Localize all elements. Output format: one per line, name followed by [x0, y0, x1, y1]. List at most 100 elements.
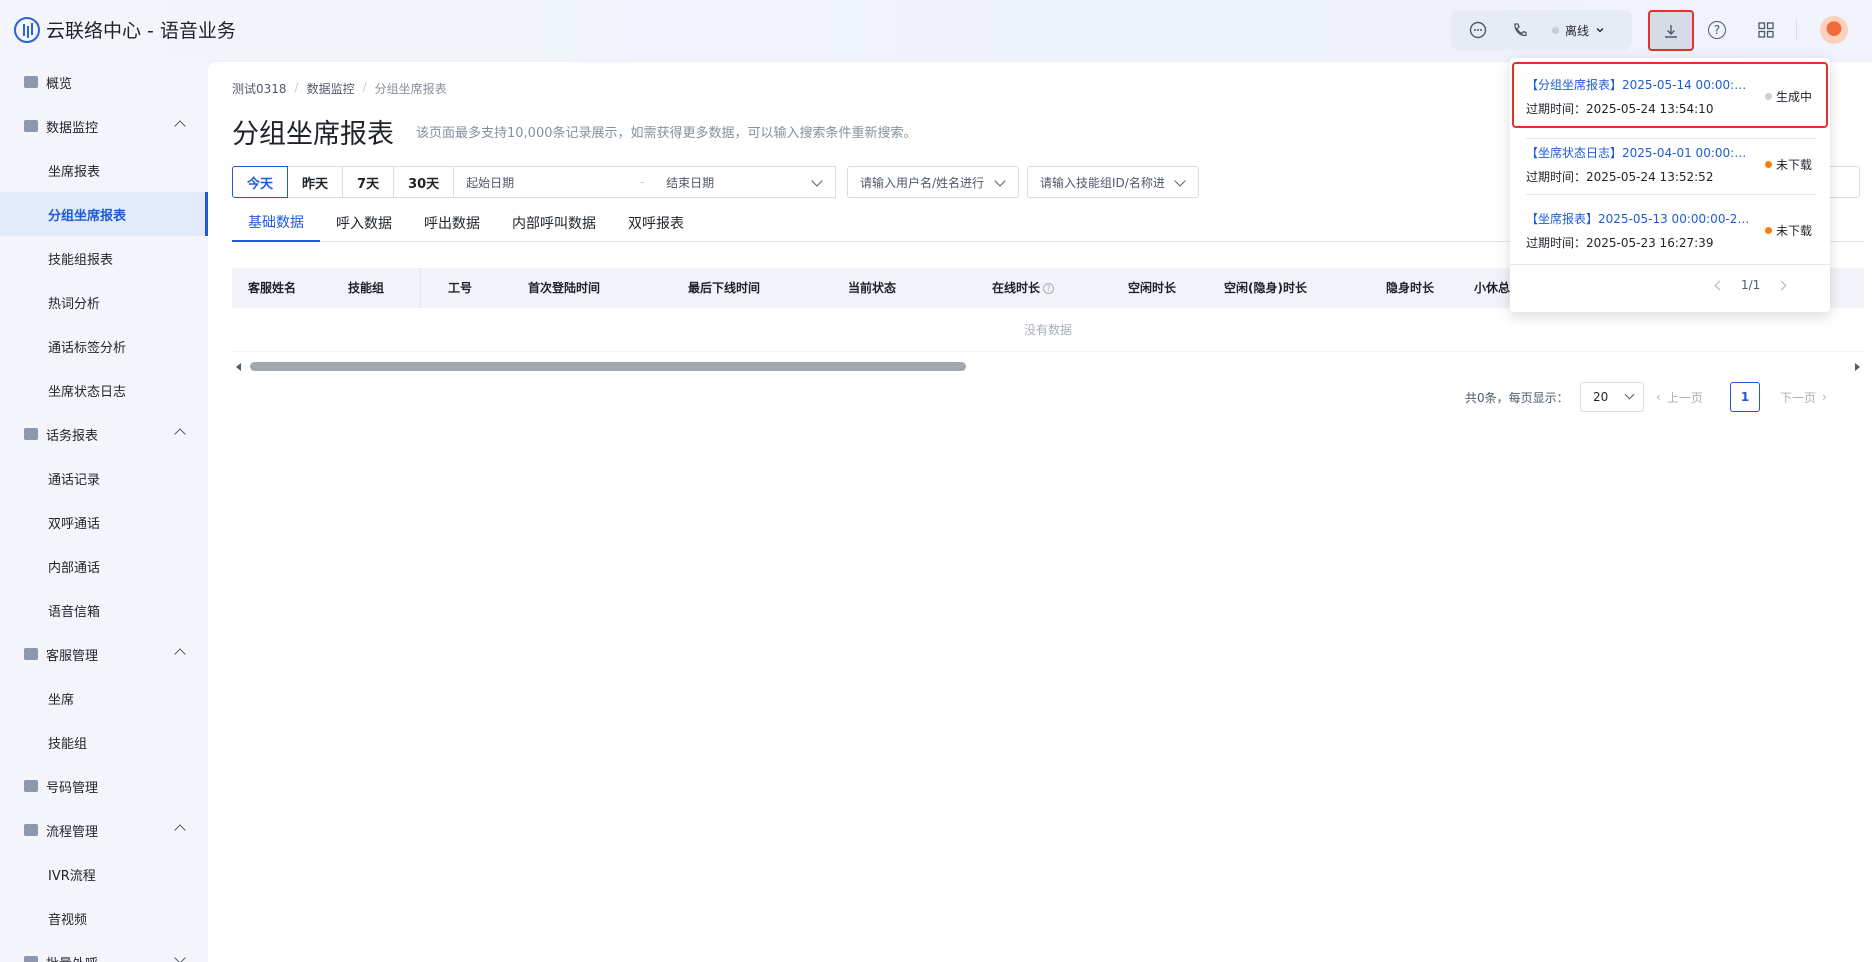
- start-date-input[interactable]: 起始日期: [466, 174, 514, 191]
- scrollbar-thumb[interactable]: [250, 362, 966, 371]
- chevron-up-icon: [174, 120, 186, 132]
- sidebar-item-group-agent-report[interactable]: 分组坐席报表: [0, 192, 208, 236]
- sidebar-item-dual-call[interactable]: 双呼通话: [0, 500, 208, 544]
- sidebar-item-call-records[interactable]: 通话记录: [0, 456, 208, 500]
- column-divider: [420, 268, 421, 308]
- sidebar-item-number-management[interactable]: 号码管理: [0, 764, 208, 808]
- sidebar-item-call-tag-analysis[interactable]: 通话标签分析: [0, 324, 208, 368]
- chevron-right-icon[interactable]: [1776, 280, 1787, 290]
- overview-icon: [24, 76, 38, 88]
- help-icon[interactable]: ?: [1708, 21, 1726, 39]
- chevron-left-icon[interactable]: [1714, 280, 1725, 290]
- date-range-picker[interactable]: 起始日期 - 结束日期: [454, 166, 837, 198]
- column-header-label: 在线时长: [992, 281, 1041, 295]
- sidebar-item-agent-report[interactable]: 坐席报表: [0, 148, 208, 192]
- column-header: 首次登陆时间: [528, 281, 601, 295]
- sidebar-item-skill-group-report[interactable]: 技能组报表: [0, 236, 208, 280]
- breadcrumb-item[interactable]: 测试0318: [232, 80, 287, 97]
- tab-basic-data[interactable]: 基础数据: [232, 204, 320, 242]
- chevron-down-icon: [1174, 175, 1186, 187]
- column-header: 当前状态: [848, 281, 897, 295]
- app-logo: 云联络中心 - 语音业务: [14, 16, 236, 43]
- task-status-label: 未下载: [1775, 224, 1812, 238]
- download-center-popover: 【分组坐席报表】2025-05-14 00:00:00... 过期时间：2025…: [1510, 58, 1830, 312]
- sidebar: 概览 数据监控 坐席报表 分组坐席报表 技能组报表 热词分析 通话标签分析 坐席…: [0, 60, 208, 962]
- app-grid-icon[interactable]: [1756, 20, 1776, 40]
- prev-page-button[interactable]: ‹ 上一页: [1656, 382, 1703, 412]
- range-yesterday-button[interactable]: 昨天: [288, 166, 344, 198]
- app-title: 云联络中心 - 语音业务: [46, 20, 236, 42]
- sidebar-item-label: 号码管理: [46, 780, 99, 796]
- task-status: 未下载: [1764, 222, 1812, 239]
- sidebar-item-label: 话务报表: [46, 428, 99, 444]
- user-avatar[interactable]: [1820, 16, 1848, 44]
- breadcrumb: 测试0318 / 数据监控 / 分组坐席报表: [232, 80, 447, 97]
- chevron-up-icon: [174, 648, 186, 660]
- sidebar-group-cs-management[interactable]: 客服管理: [0, 632, 208, 676]
- next-page-button[interactable]: 下一页 ›: [1780, 382, 1827, 412]
- sidebar-group-traffic-report[interactable]: 话务报表: [0, 412, 208, 456]
- sidebar-item-skill-group[interactable]: 技能组: [0, 720, 208, 764]
- popover-footer-divider: [1510, 264, 1830, 265]
- task-divider: [1526, 194, 1816, 195]
- question-icon[interactable]: ?: [1043, 283, 1055, 294]
- headset-icon: [24, 648, 38, 660]
- header-tools: 离线: [1450, 10, 1632, 50]
- sidebar-item-agent[interactable]: 坐席: [0, 676, 208, 720]
- horizontal-scrollbar[interactable]: [232, 360, 1864, 374]
- top-header: 云联络中心 - 语音业务 离线 ?: [0, 0, 1872, 60]
- chevron-down-icon: [994, 175, 1006, 187]
- range-7days-button[interactable]: 7天: [343, 166, 395, 198]
- skill-group-search-select[interactable]: 请输入技能组ID/名称进: [1027, 166, 1199, 198]
- sidebar-item-hotword-analysis[interactable]: 热词分析: [0, 280, 208, 324]
- task-name[interactable]: 【分组坐席报表】2025-05-14 00:00:00...: [1526, 76, 1752, 93]
- sidebar-group-batch-outbound[interactable]: 批量外呼: [0, 940, 208, 962]
- sidebar-item-label: 流程管理: [46, 824, 99, 840]
- page-number-current[interactable]: 1: [1730, 382, 1760, 412]
- range-today-button[interactable]: 今天: [232, 166, 289, 198]
- scroll-left-icon[interactable]: [236, 363, 241, 371]
- download-task-item[interactable]: 【坐席状态日志】2025-04-01 00:00:00... 过期时间：2025…: [1526, 134, 1816, 190]
- tab-dual-call-report[interactable]: 双呼报表: [612, 204, 700, 242]
- sidebar-item-label: 批量外呼: [46, 953, 98, 962]
- status-dot-icon: [1764, 93, 1772, 100]
- sidebar-item-agent-status-log[interactable]: 坐席状态日志: [0, 368, 208, 412]
- task-name[interactable]: 【坐席状态日志】2025-04-01 00:00:00...: [1526, 144, 1752, 161]
- chevron-down-icon: [811, 175, 823, 187]
- tab-outbound-data[interactable]: 呼出数据: [408, 204, 496, 242]
- page-size-select[interactable]: 20: [1580, 382, 1644, 412]
- popover-page-indicator: 1/1: [1741, 278, 1761, 292]
- chevron-up-icon: [174, 824, 186, 836]
- task-expire-time: 过期时间：2025-05-23 16:27:39: [1526, 236, 1714, 250]
- range-30days-button[interactable]: 30天: [394, 166, 455, 198]
- download-task-item[interactable]: 【坐席报表】2025-05-13 00:00:00-202... 过期时间：20…: [1526, 200, 1816, 256]
- breadcrumb-item[interactable]: 数据监控: [307, 80, 355, 97]
- task-name[interactable]: 【坐席报表】2025-05-13 00:00:00-202...: [1526, 210, 1752, 227]
- download-center-button[interactable]: [1648, 10, 1694, 51]
- sidebar-item-internal-call[interactable]: 内部通话: [0, 544, 208, 588]
- popover-pagination: 1/1: [1714, 278, 1787, 292]
- download-task-item[interactable]: 【分组坐席报表】2025-05-14 00:00:00... 过期时间：2025…: [1526, 66, 1816, 122]
- chat-icon[interactable]: [1468, 20, 1488, 40]
- flow-icon: [24, 824, 38, 836]
- sidebar-item-label: 数据监控: [46, 120, 99, 136]
- breadcrumb-separator: /: [294, 80, 299, 94]
- sidebar-item-ivr-flow[interactable]: IVR流程: [0, 852, 208, 896]
- sidebar-group-flow-management[interactable]: 流程管理: [0, 808, 208, 852]
- sidebar-item-overview[interactable]: 概览: [0, 60, 208, 104]
- phone-icon[interactable]: [1510, 20, 1530, 40]
- date-filter: 今天 昨天 7天 30天 起始日期 - 结束日期: [232, 166, 837, 198]
- user-search-select[interactable]: 请输入用户名/姓名进行: [847, 166, 1019, 198]
- tab-internal-call-data[interactable]: 内部呼叫数据: [496, 204, 612, 242]
- sidebar-group-data-monitor[interactable]: 数据监控: [0, 104, 208, 148]
- agent-status-select[interactable]: 离线: [1552, 22, 1605, 39]
- tab-inbound-data[interactable]: 呼入数据: [320, 204, 408, 242]
- sidebar-item-audio-video[interactable]: 音视频: [0, 896, 208, 940]
- scroll-right-icon[interactable]: [1855, 363, 1860, 371]
- sidebar-item-label: 客服管理: [46, 648, 99, 664]
- sidebar-item-voicemail[interactable]: 语音信箱: [0, 588, 208, 632]
- chevron-left-icon: ‹: [1656, 390, 1661, 404]
- end-date-input[interactable]: 结束日期: [666, 174, 714, 191]
- page-subtitle: 该页面最多支持10,000条记录展示，如需获得更多数据，可以输入搜索条件重新搜索…: [416, 126, 917, 141]
- breadcrumb-separator: /: [362, 80, 367, 94]
